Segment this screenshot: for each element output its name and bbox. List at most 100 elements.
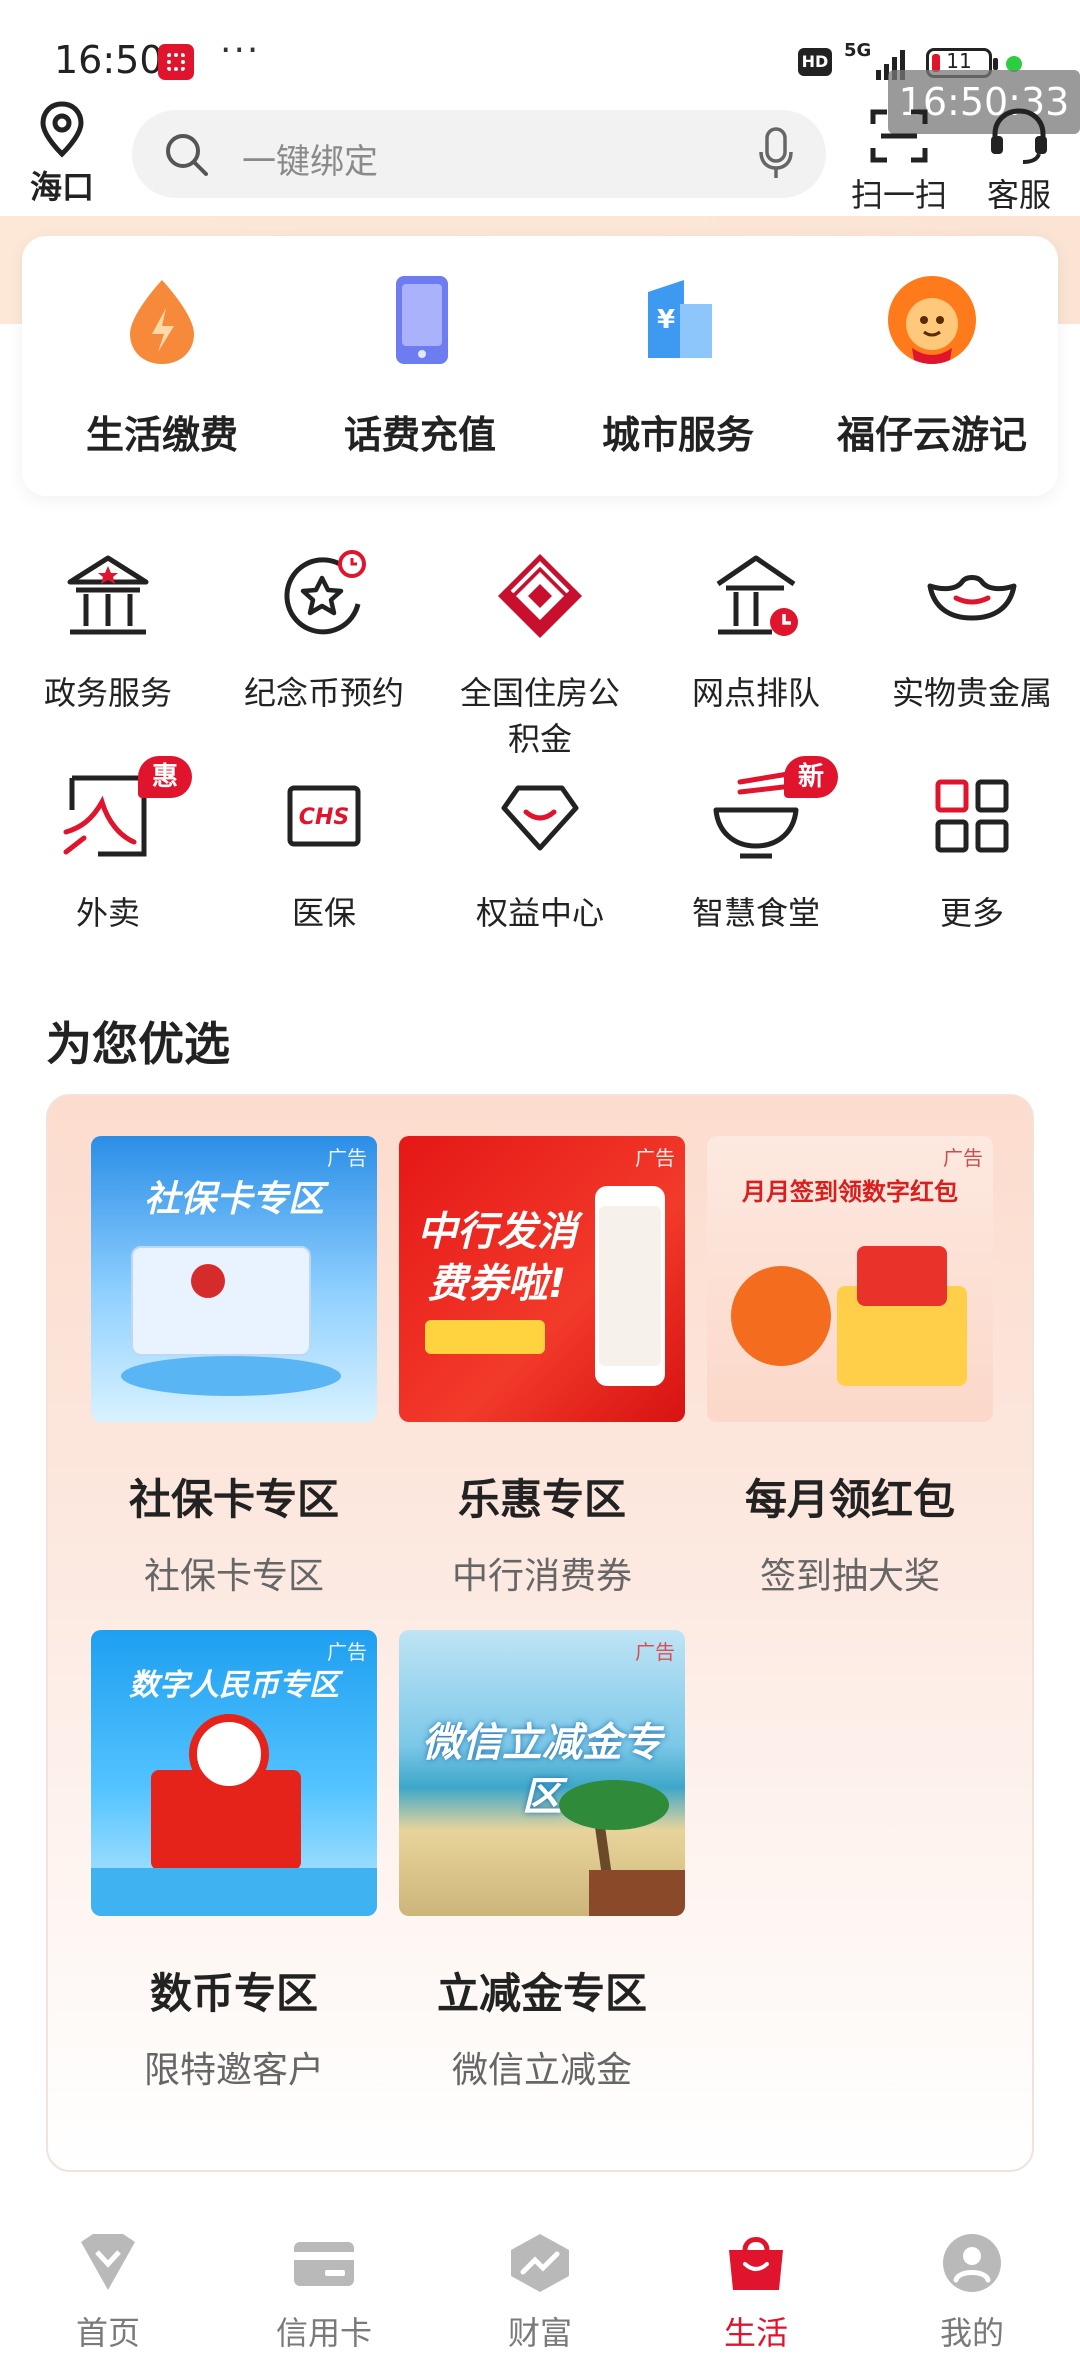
- quick-service-mascot-tour[interactable]: 福仔云游记: [802, 270, 1062, 459]
- ad-label: 广告: [327, 1640, 367, 1664]
- thumbnail-text: 数字人民币专区: [129, 1668, 339, 1703]
- thumbnail-text: 月月签到领数字红包: [742, 1178, 958, 1206]
- shopping-bag-icon: [729, 2237, 783, 2290]
- rec-subtitle: 社保卡专区: [143, 1556, 324, 1597]
- rec-title: 数币专区: [149, 1969, 318, 2018]
- headset-icon: [991, 108, 1047, 164]
- service-label: 纪念币预约: [243, 674, 404, 712]
- service-precious-metal[interactable]: 实物贵金属: [864, 546, 1080, 716]
- ad-label: 广告: [635, 1146, 675, 1170]
- more-grid-icon: [935, 779, 1009, 853]
- service-label: 权益中心: [475, 894, 604, 932]
- search-placeholder: 一键绑定: [242, 142, 378, 182]
- rec-card-red-packet[interactable]: 月月签到领数字红包 广告 每月领红包 签到抽大奖: [706, 1136, 994, 1599]
- rec-subtitle: 签到抽大奖: [759, 1556, 940, 1597]
- nav-profile[interactable]: 我的: [864, 2232, 1080, 2354]
- customer-service-button[interactable]: 客服: [964, 106, 1074, 216]
- rec-thumbnail: 数字人民币专区 广告: [91, 1630, 377, 1916]
- service-label: 智慧食堂: [691, 894, 820, 932]
- ad-label: 广告: [635, 1640, 675, 1664]
- thumbnail-text: 中行发消费券啦!: [417, 1209, 577, 1307]
- service-housing-fund[interactable]: 全国住房公积金: [432, 546, 648, 762]
- rec-subtitle: 中行消费券: [451, 1556, 632, 1597]
- service-rights-center[interactable]: 权益中心: [432, 766, 648, 936]
- service-label: 更多: [939, 894, 1004, 932]
- service-branch-queue[interactable]: 网点排队: [648, 546, 864, 716]
- life-page: 16:50 ··· HD 5G 11 16:50:33 海口 一键绑定 扫一扫 …: [0, 0, 1080, 2358]
- nav-label: 首页: [75, 2314, 140, 2352]
- discount-badge: 惠: [138, 756, 193, 798]
- service-commemorative-coin[interactable]: 纪念币预约: [216, 546, 432, 716]
- wealth-icon: [511, 2234, 569, 2292]
- rec-title: 立减金专区: [436, 1969, 647, 2018]
- quick-service-label: 生活缴费: [85, 413, 238, 457]
- rec-card-social-security[interactable]: 社保卡专区 广告 社保卡专区 社保卡专区: [90, 1136, 378, 1599]
- section-title: 为您优选: [46, 1017, 230, 1071]
- more-notifications-icon: ···: [220, 30, 261, 71]
- location-selector[interactable]: 海口: [22, 100, 102, 208]
- service-takeout[interactable]: 惠 外卖: [0, 756, 216, 936]
- quick-service-city[interactable]: ¥ 城市服务: [548, 270, 808, 459]
- fire-drop-icon: [130, 280, 194, 364]
- search-input[interactable]: 一键绑定: [132, 110, 826, 198]
- svg-text:CHS: CHS: [299, 805, 349, 830]
- status-time: 16:50: [54, 38, 164, 82]
- gold-ingot-icon: [927, 575, 1017, 621]
- ad-label: 广告: [943, 1146, 983, 1170]
- quick-service-bill-payment[interactable]: 生活缴费: [32, 270, 292, 459]
- service-more[interactable]: 更多: [864, 766, 1080, 936]
- quick-services-card: 生活缴费 话费充值 ¥ 城市服务 福仔云游记: [22, 236, 1058, 496]
- credit-card-icon: [294, 2242, 354, 2286]
- service-label: 实物贵金属: [891, 674, 1052, 712]
- rec-title: 每月领红包: [744, 1475, 955, 1524]
- service-label: 政务服务: [43, 674, 172, 712]
- location-pin-icon: [40, 101, 84, 158]
- rec-card-lehui[interactable]: 中行发消费券啦! 广告 乐惠专区 中行消费券: [398, 1136, 686, 1599]
- nav-home[interactable]: 首页: [0, 2232, 216, 2354]
- quick-service-label: 福仔云游记: [836, 413, 1027, 457]
- service-label: 外卖: [75, 894, 140, 932]
- search-icon: [166, 134, 208, 176]
- housing-fund-icon: [498, 554, 582, 638]
- quick-service-label: 话费充值: [343, 413, 496, 457]
- scan-icon: [870, 109, 928, 163]
- coin-star-icon: [284, 550, 366, 635]
- service-smart-canteen[interactable]: 新 智慧食堂: [648, 756, 864, 936]
- nav-label: 我的: [939, 2314, 1004, 2352]
- phone-icon: [396, 276, 448, 364]
- rec-subtitle: 微信立减金: [451, 2050, 632, 2091]
- service-label: 网点排队: [691, 674, 820, 712]
- nav-credit-card[interactable]: 信用卡: [216, 2232, 432, 2354]
- svg-text:¥: ¥: [657, 305, 675, 335]
- scan-label: 扫一扫: [850, 176, 947, 214]
- service-label: 客服: [986, 176, 1051, 214]
- city-building-icon: ¥: [648, 280, 712, 358]
- bottom-navigation: 首页 信用卡 财富 生活 我的: [0, 2196, 1080, 2358]
- nav-label: 财富: [507, 2314, 572, 2352]
- location-label: 海口: [29, 168, 94, 206]
- service-label: 医保: [291, 894, 356, 932]
- home-icon: [81, 2234, 135, 2290]
- scan-button[interactable]: 扫一扫: [844, 106, 954, 216]
- nav-label: 信用卡: [275, 2314, 372, 2352]
- service-medical-insurance[interactable]: CHS 医保: [216, 766, 432, 936]
- rec-card-digital-currency[interactable]: 数字人民币专区 广告 数币专区 限特邀客户: [90, 1630, 378, 2093]
- microphone-icon[interactable]: [758, 126, 794, 182]
- rec-thumbnail: 月月签到领数字红包 广告: [707, 1136, 993, 1422]
- hd-icon: HD: [798, 48, 832, 76]
- rec-thumbnail: 社保卡专区 广告: [91, 1136, 377, 1422]
- thumbnail-text: 社保卡专区: [143, 1179, 324, 1220]
- service-government[interactable]: 政务服务: [0, 546, 216, 716]
- nav-life[interactable]: 生活: [648, 2232, 864, 2354]
- rec-subtitle: 限特邀客户: [143, 2050, 324, 2091]
- new-badge: 新: [784, 756, 839, 798]
- mascot-icon: [888, 276, 976, 364]
- bank-queue-icon: [716, 555, 798, 636]
- recommendations-panel: 社保卡专区 广告 社保卡专区 社保卡专区 中行发消费券啦! 广告 乐惠专区 中行…: [46, 1094, 1034, 2172]
- quick-service-label: 城市服务: [601, 413, 754, 457]
- chs-medical-icon: CHS: [287, 785, 361, 847]
- quick-service-phone-recharge[interactable]: 话费充值: [290, 270, 550, 459]
- profile-icon: [943, 2234, 1001, 2292]
- rec-card-wechat-discount[interactable]: 微信立减金专区 广告 立减金专区 微信立减金: [398, 1630, 686, 2093]
- nav-wealth[interactable]: 财富: [432, 2232, 648, 2354]
